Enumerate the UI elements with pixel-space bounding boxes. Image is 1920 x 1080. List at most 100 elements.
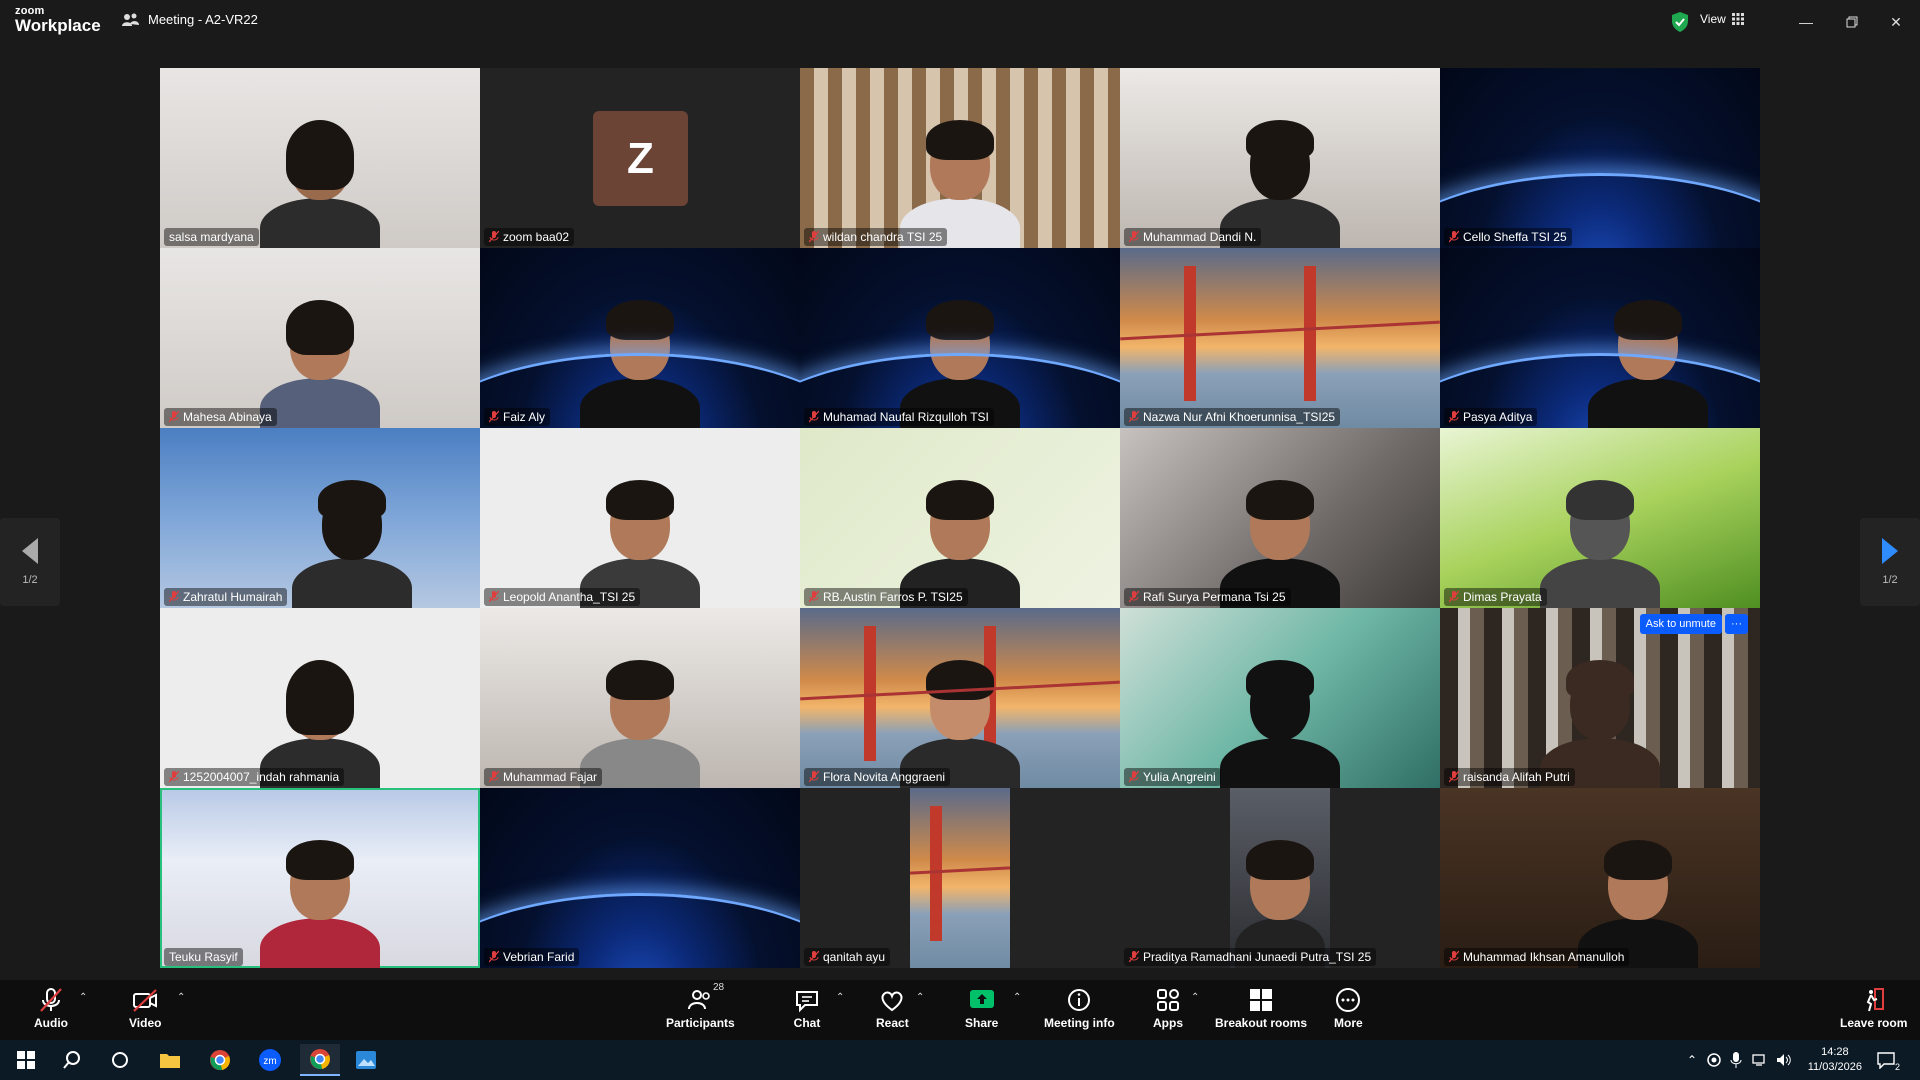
participant-name: RB.Austin Farros P. TSI25: [823, 590, 963, 604]
participant-name-tag: salsa mardyana: [164, 228, 259, 246]
video-tile[interactable]: Muhammad Fajar: [480, 608, 800, 788]
participant-name-tag: raisanda Alifah Putri: [1444, 768, 1575, 786]
participant-name: zoom baa02: [503, 230, 570, 244]
video-button[interactable]: Video: [129, 986, 161, 1036]
close-icon[interactable]: ✕: [1884, 10, 1908, 34]
logo-line2: Workplace: [15, 16, 101, 35]
mic-muted-icon: [1129, 231, 1139, 243]
breakout-rooms-icon: [1250, 989, 1273, 1011]
participant-name: Nazwa Nur Afni Khoerunnisa_TSI25: [1143, 410, 1336, 424]
mic-muted-icon: [809, 231, 819, 243]
video-tile[interactable]: 1252004007_indah rahmania: [160, 608, 480, 788]
notification-icon[interactable]: 2: [1870, 1044, 1902, 1076]
chrome-active-icon[interactable]: [300, 1044, 340, 1076]
react-button[interactable]: React: [876, 986, 909, 1036]
react-label: React: [876, 1016, 909, 1030]
participant-name: raisanda Alifah Putri: [1463, 770, 1570, 784]
video-tile[interactable]: Nazwa Nur Afni Khoerunnisa_TSI25: [1120, 248, 1440, 428]
video-tile[interactable]: Pasya Aditya: [1440, 248, 1760, 428]
video-tile[interactable]: RB.Austin Farros P. TSI25: [800, 428, 1120, 608]
search-icon[interactable]: [56, 1044, 88, 1076]
participant-name-tag: 1252004007_indah rahmania: [164, 768, 345, 786]
video-tile[interactable]: Muhammad Dandi N.: [1120, 68, 1440, 248]
video-tile[interactable]: Cello Sheffa TSI 25: [1440, 68, 1760, 248]
mic-muted-icon: [809, 411, 819, 423]
participant-name-tag: Yulia Angreini: [1124, 768, 1221, 786]
apps-button[interactable]: Apps: [1153, 986, 1183, 1036]
participant-video: [260, 298, 380, 428]
participant-name-tag: Faiz Aly: [484, 408, 551, 426]
photos-app-icon[interactable]: [350, 1044, 382, 1076]
video-tile[interactable]: Dimas Prayata: [1440, 428, 1760, 608]
volume-icon[interactable]: [1768, 1044, 1800, 1076]
participant-name: qanitah ayu: [823, 950, 886, 964]
audio-caret-icon[interactable]: ⌃: [79, 992, 87, 1003]
participant-name: wildan chandra TSI 25: [823, 230, 943, 244]
view-button[interactable]: View: [1700, 12, 1744, 26]
prev-page-button[interactable]: 1/2: [0, 518, 60, 606]
shield-icon[interactable]: [1670, 11, 1690, 33]
leave-room-button[interactable]: Leave room: [1840, 986, 1907, 1036]
video-tile[interactable]: Muhamad Naufal Rizqulloh TSI: [800, 248, 1120, 428]
task-view-icon[interactable]: [104, 1044, 136, 1076]
chrome-icon[interactable]: [204, 1044, 236, 1076]
more-button[interactable]: More: [1334, 986, 1363, 1036]
participant-name: Leopold Anantha_TSI 25: [503, 590, 636, 604]
chat-caret-icon[interactable]: ⌃: [836, 992, 844, 1003]
participant-name: Pasya Aditya: [1463, 410, 1533, 424]
system-clock[interactable]: 14:28 11/03/2026: [1808, 1045, 1862, 1075]
video-tile[interactable]: Faiz Aly: [480, 248, 800, 428]
video-tile[interactable]: Leopold Anantha_TSI 25: [480, 428, 800, 608]
video-tile[interactable]: Z zoom baa02: [480, 68, 800, 248]
breakout-rooms-button[interactable]: Breakout rooms: [1215, 986, 1307, 1036]
share-caret-icon[interactable]: ⌃: [1013, 992, 1021, 1003]
react-caret-icon[interactable]: ⌃: [916, 992, 924, 1003]
participant-name-tag: Pasya Aditya: [1444, 408, 1538, 426]
ask-to-unmute-button[interactable]: Ask to unmute: [1639, 614, 1722, 634]
clock-time: 14:28: [1821, 1046, 1849, 1058]
video-tile[interactable]: qanitah ayu: [800, 788, 1120, 968]
video-tile[interactable]: Zahratul Humairah: [160, 428, 480, 608]
video-tile[interactable]: wildan chandra TSI 25: [800, 68, 1120, 248]
video-grid: salsa mardyana Z zoom baa02 wildan chand…: [160, 68, 1760, 968]
participants-button[interactable]: Participants: [666, 986, 735, 1036]
participant-video: [260, 838, 380, 968]
leave-room-label: Leave room: [1840, 1016, 1908, 1030]
meeting-info-button[interactable]: Meeting info: [1044, 986, 1115, 1036]
video-tile[interactable]: salsa mardyana: [160, 68, 480, 248]
audio-button[interactable]: Audio: [34, 986, 68, 1036]
meeting-title: Meeting - A2-VR22: [122, 12, 258, 27]
video-tile[interactable]: Vebrian Farid: [480, 788, 800, 968]
minimize-icon[interactable]: —: [1794, 10, 1818, 34]
restore-icon[interactable]: [1840, 10, 1864, 34]
mic-muted-icon: [489, 951, 499, 963]
video-tile[interactable]: Ask to unmute ··· raisanda Alifah Putri: [1440, 608, 1760, 788]
mic-muted-icon: [1449, 591, 1459, 603]
video-tile[interactable]: Mahesa Abinaya: [160, 248, 480, 428]
mic-muted-icon: [169, 771, 179, 783]
video-label: Video: [129, 1016, 162, 1030]
video-tile[interactable]: Rafi Surya Permana Tsi 25: [1120, 428, 1440, 608]
zoom-app-icon[interactable]: zm: [254, 1044, 286, 1076]
video-tile[interactable]: Praditya Ramadhani Junaedi Putra_TSI 25: [1120, 788, 1440, 968]
participant-name: Flora Novita Anggraeni: [823, 770, 946, 784]
video-caret-icon[interactable]: ⌃: [177, 992, 185, 1003]
participant-video: [580, 298, 700, 428]
mic-muted-icon: [1129, 411, 1139, 423]
file-explorer-icon[interactable]: [154, 1044, 186, 1076]
video-tile[interactable]: Flora Novita Anggraeni: [800, 608, 1120, 788]
apps-caret-icon[interactable]: ⌃: [1191, 992, 1199, 1003]
windows-start-icon[interactable]: [10, 1044, 42, 1076]
video-tile-active-speaker[interactable]: Teuku Rasyif: [160, 788, 480, 968]
video-tile[interactable]: Muhammad Ikhsan Amanulloh: [1440, 788, 1760, 968]
participant-name-tag: Leopold Anantha_TSI 25: [484, 588, 641, 606]
video-tile[interactable]: Yulia Angreini: [1120, 608, 1440, 788]
tile-more-button[interactable]: ···: [1725, 614, 1748, 634]
more-label: More: [1334, 1016, 1363, 1030]
chat-button[interactable]: Chat: [793, 986, 821, 1036]
clock-date: 11/03/2026: [1807, 1061, 1862, 1073]
meeting-info-label: Meeting info: [1044, 1016, 1115, 1030]
participant-name-tag: zoom baa02: [484, 228, 575, 246]
next-page-button[interactable]: 1/2: [1860, 518, 1920, 606]
share-button[interactable]: Share: [965, 986, 998, 1036]
